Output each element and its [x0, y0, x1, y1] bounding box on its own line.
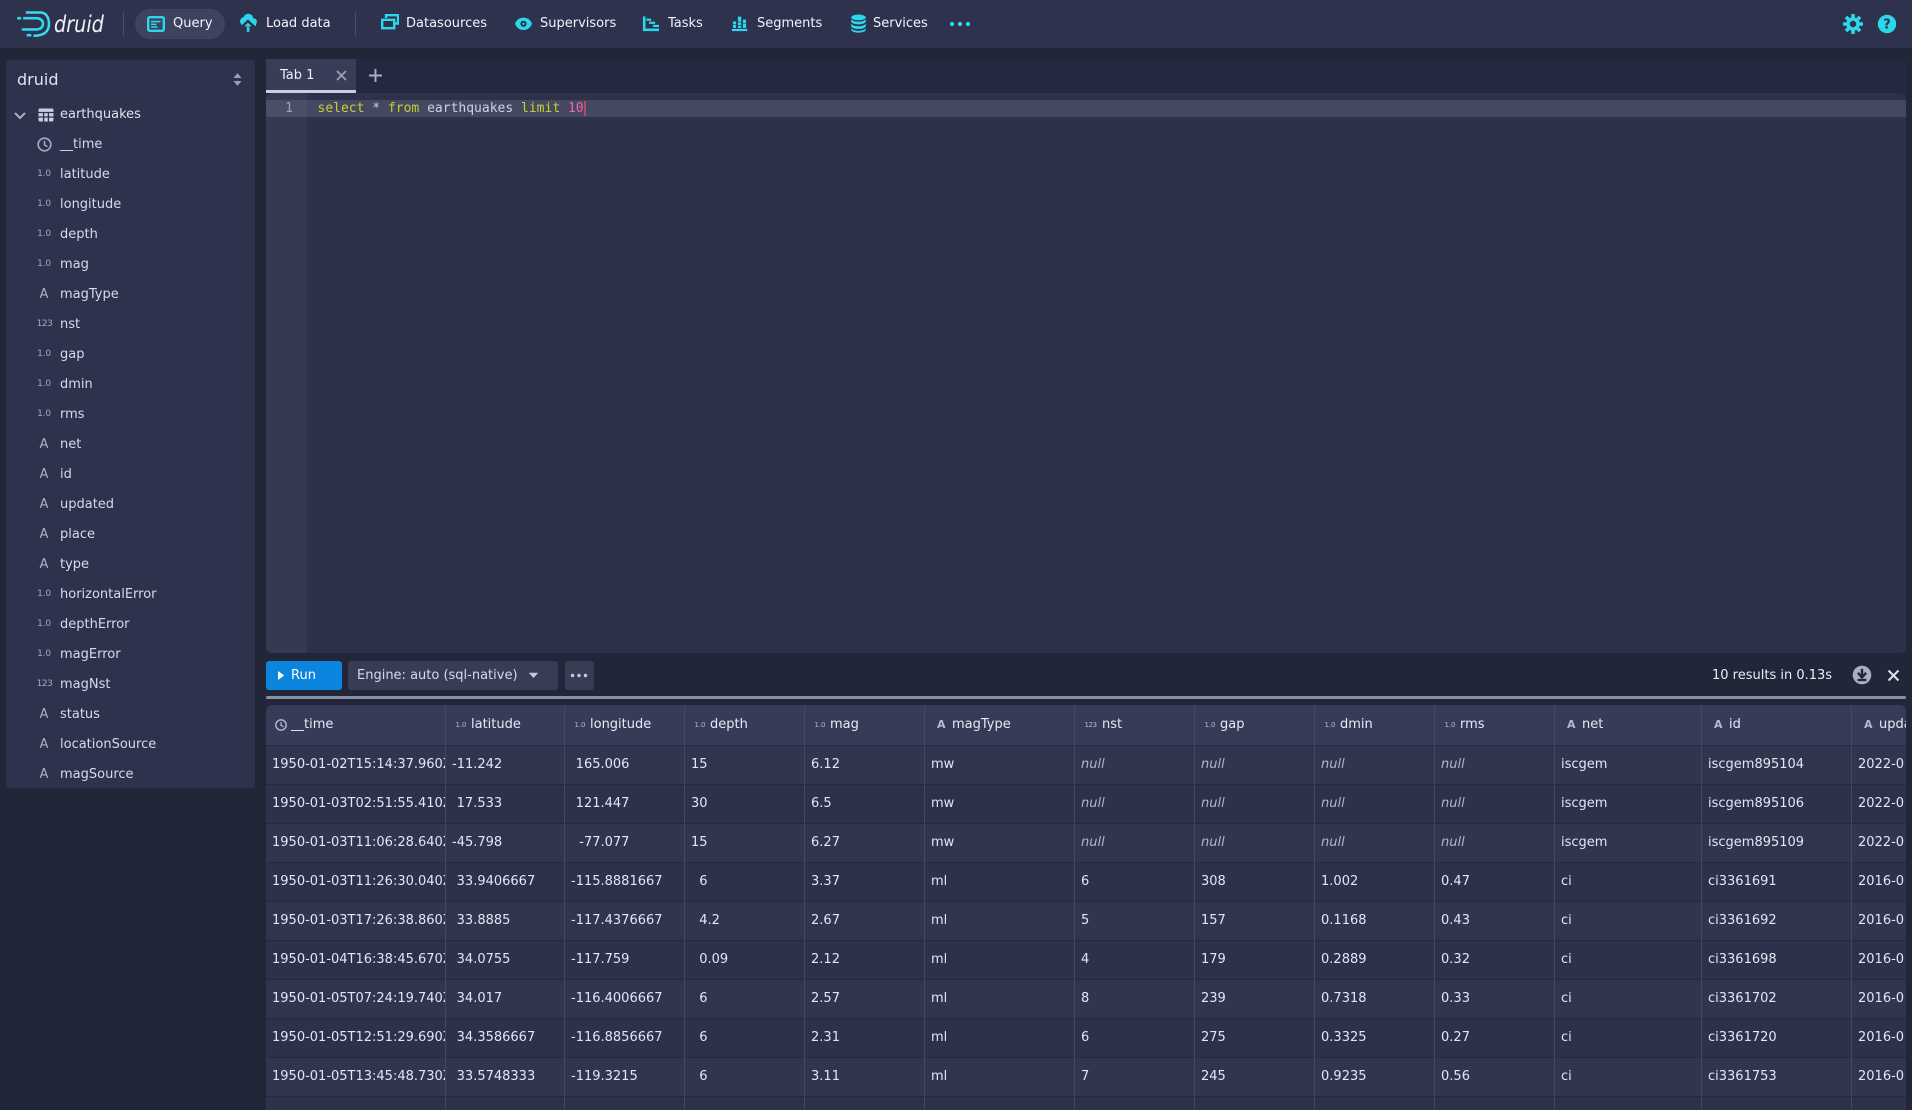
svg-text:druid: druid: [54, 11, 104, 38]
svg-text:?: ?: [1883, 18, 1891, 33]
